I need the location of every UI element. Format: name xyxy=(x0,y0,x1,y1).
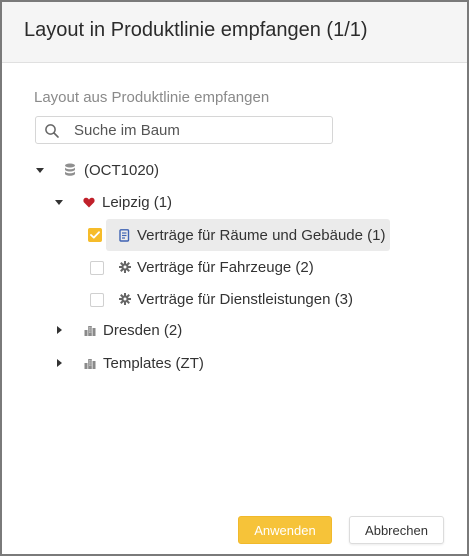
dialog-title: Layout in Produktlinie empfangen (1/1) xyxy=(24,19,368,41)
tree-label-root[interactable]: (OCT1020) xyxy=(84,162,159,179)
expand-toggle-root[interactable] xyxy=(34,164,46,176)
apply-button[interactable]: Anwenden xyxy=(238,516,332,544)
tree-label-item[interactable]: Verträge für Räume und Gebäude (1) xyxy=(137,227,385,244)
dialog-subtitle: Layout aus Produktlinie empfangen xyxy=(34,89,270,106)
tree-label-templates[interactable]: Templates (ZT) xyxy=(103,355,204,372)
gear-icon xyxy=(118,292,132,306)
checkmark-icon xyxy=(90,231,100,239)
chevron-down-icon xyxy=(55,199,63,205)
search-input[interactable] xyxy=(74,121,324,139)
building-icon xyxy=(83,323,97,337)
dialog: Layout in Produktlinie empfangen (1/1) L… xyxy=(0,0,469,556)
heart-icon xyxy=(82,195,96,209)
cancel-button[interactable]: Abbrechen xyxy=(349,516,444,544)
dialog-header: Layout in Produktlinie empfangen (1/1) xyxy=(2,2,467,63)
search-box[interactable] xyxy=(35,116,333,144)
expand-toggle-dresden[interactable] xyxy=(53,324,65,336)
expand-toggle-templates[interactable] xyxy=(53,357,65,369)
chevron-down-icon xyxy=(36,167,44,173)
expand-toggle-leipzig[interactable] xyxy=(53,196,65,208)
tree-label-item[interactable]: Verträge für Fahrzeuge (2) xyxy=(137,259,314,276)
database-icon xyxy=(63,162,77,178)
tree-label-dresden[interactable]: Dresden (2) xyxy=(103,322,182,339)
building-icon xyxy=(83,356,97,370)
tree-label-leipzig[interactable]: Leipzig (1) xyxy=(102,194,172,211)
gear-icon xyxy=(118,260,132,274)
tree-label-item[interactable]: Verträge für Dienstleistungen (3) xyxy=(137,291,353,308)
search-icon xyxy=(44,123,60,144)
document-icon xyxy=(118,228,130,242)
checkbox-unchecked[interactable] xyxy=(90,261,104,275)
chevron-right-icon xyxy=(56,326,62,334)
checkbox-checked[interactable] xyxy=(88,228,102,242)
checkbox-unchecked[interactable] xyxy=(90,293,104,307)
chevron-right-icon xyxy=(56,359,62,367)
